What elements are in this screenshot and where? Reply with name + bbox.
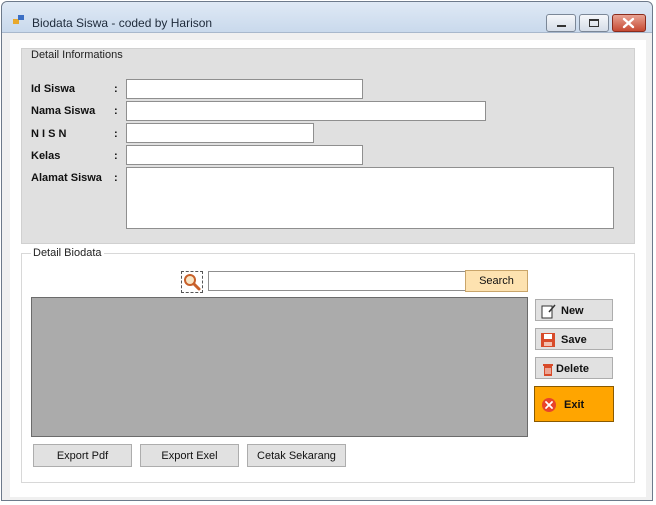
search-input[interactable] — [208, 271, 466, 291]
nisn-colon: : — [114, 128, 118, 140]
close-icon — [622, 17, 635, 29]
save-button[interactable]: Save — [535, 328, 613, 350]
kelas-input[interactable] — [126, 145, 363, 165]
maximize-button[interactable] — [579, 14, 609, 32]
biodata-data-grid[interactable] — [31, 297, 528, 437]
nisn-input[interactable] — [126, 123, 314, 143]
detail-informations-group: Detail Informations Id Siswa : Nama Sisw… — [21, 48, 635, 244]
save-icon — [541, 333, 555, 347]
cetak-sekarang-button[interactable]: Cetak Sekarang — [247, 444, 346, 467]
search-icon[interactable] — [181, 271, 203, 293]
minimize-button[interactable] — [546, 14, 576, 32]
alamat-siswa-textarea[interactable] — [126, 167, 614, 229]
main-window: Biodata Siswa - coded by Harison Detail … — [1, 1, 653, 501]
detail-informations-title: Detail Informations — [31, 49, 123, 61]
search-button[interactable]: Search — [465, 270, 528, 292]
export-excel-button[interactable]: Export Exel — [140, 444, 239, 467]
trash-icon — [543, 364, 553, 376]
close-window-button[interactable] — [612, 14, 646, 32]
maximize-icon — [589, 19, 599, 27]
exit-button[interactable]: Exit — [534, 386, 614, 422]
alamat-siswa-colon: : — [114, 172, 118, 184]
kelas-colon: : — [114, 150, 118, 162]
export-pdf-button[interactable]: Export Pdf — [33, 444, 132, 467]
alamat-siswa-label: Alamat Siswa — [31, 172, 102, 184]
minimize-icon — [557, 25, 566, 27]
nama-siswa-input[interactable] — [126, 101, 486, 121]
nisn-label: N I S N — [31, 128, 67, 140]
delete-button[interactable]: Delete — [535, 357, 613, 379]
detail-biodata-group: Detail Biodata Search New Save Delete Ex… — [21, 247, 635, 483]
title-bar[interactable]: Biodata Siswa - coded by Harison — [2, 2, 652, 33]
id-siswa-input[interactable] — [126, 79, 363, 99]
id-siswa-colon: : — [114, 83, 118, 95]
new-label: New — [561, 305, 584, 317]
nama-siswa-colon: : — [114, 105, 118, 117]
kelas-label: Kelas — [31, 150, 61, 162]
window-title: Biodata Siswa - coded by Harison — [32, 16, 213, 30]
client-area: Detail Informations Id Siswa : Nama Sisw… — [10, 40, 646, 497]
app-icon — [13, 15, 25, 25]
save-label: Save — [561, 334, 587, 346]
id-siswa-label: Id Siswa — [31, 83, 76, 95]
new-document-icon — [541, 304, 556, 319]
new-button[interactable]: New — [535, 299, 613, 321]
exit-label: Exit — [564, 399, 585, 411]
nama-siswa-label: Nama Siswa — [31, 105, 96, 117]
exit-icon — [542, 398, 556, 412]
detail-biodata-title: Detail Biodata — [31, 247, 104, 259]
delete-label: Delete — [556, 363, 590, 375]
